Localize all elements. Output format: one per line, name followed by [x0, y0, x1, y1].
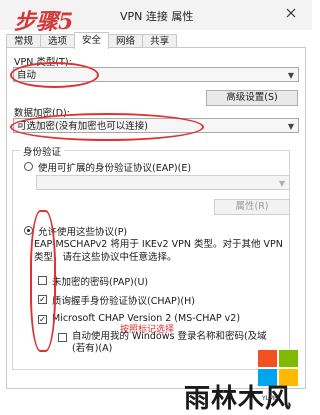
close-icon	[286, 8, 296, 18]
protocol-description: EAP-MSCHAPv2 将用于 IKEv2 VPN 类型。对于其他 VPN 类…	[34, 239, 283, 263]
pap-label: 未加密的密码(PAP)(U)	[52, 277, 149, 288]
chap-checkbox[interactable]: ✓	[38, 295, 47, 304]
mschap-checkbox[interactable]: ✓	[38, 315, 47, 324]
chevron-down-icon: ▼	[287, 71, 294, 80]
window-title: VPN 连接 属性	[120, 10, 194, 23]
auth-group-title: 身份验证	[20, 144, 65, 158]
site-brand-sub: YLMF	[262, 395, 278, 402]
advanced-settings-button[interactable]: 高级设置(S)	[206, 90, 298, 106]
encryption-label: 数据加密(D):	[14, 108, 70, 119]
eap-method-select[interactable]: ▼	[36, 175, 290, 190]
tab-bar: 常规 选项 安全 网络 共享	[6, 32, 178, 49]
encryption-select[interactable]: 可选加密(没有加密也可以连接) ▼	[13, 118, 299, 133]
chap-label: 质询握手身份验证协议(CHAP)(H)	[52, 296, 195, 307]
windows-login-checkbox[interactable]	[58, 333, 67, 342]
logo-green-square	[279, 350, 298, 367]
chevron-down-icon: ▼	[287, 122, 294, 131]
pap-checkbox[interactable]	[38, 276, 47, 285]
eap-properties-button[interactable]: 属性(R)	[214, 199, 290, 215]
vpn-type-value: 自动	[17, 70, 37, 81]
vpn-properties-window: VPN 连接 属性 步骤5 常规 选项 安全 网络 共享 VPN 类型(T): …	[0, 0, 312, 414]
tab-security[interactable]: 安全	[74, 32, 110, 49]
close-button[interactable]	[276, 2, 306, 24]
allow-protocols-radio[interactable]	[24, 226, 33, 235]
logo-red-square	[258, 350, 277, 367]
vpn-type-label: VPN 类型(T):	[14, 57, 72, 68]
encryption-value: 可选加密(没有加密也可以连接)	[17, 121, 148, 132]
allow-protocols-label: 允许使用这些协议(P)	[38, 227, 128, 238]
vpn-type-select[interactable]: 自动 ▼	[13, 67, 299, 82]
eap-radio[interactable]	[24, 162, 33, 171]
chevron-down-icon: ▼	[278, 179, 285, 188]
windows-login-label: 自动使用我的 Windows 登录名称和密码(及域(若有)(A)	[72, 331, 267, 354]
eap-radio-label: 使用可扩展的身份验证协议(EAP)(E)	[38, 163, 192, 174]
